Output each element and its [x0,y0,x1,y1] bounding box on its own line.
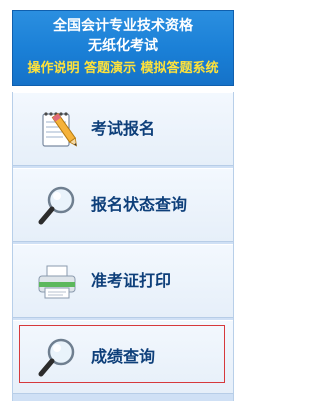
menu-item-label: 成绩查询 [91,347,156,366]
menu-item-label: 考试报名 [91,119,156,138]
menu-item-label: 报名状态查询 [91,195,188,214]
menu-item-score-query[interactable]: 成绩查询 [13,320,233,394]
header-title-line1: 全国会计专业技术资格 [53,18,193,34]
magnifier-icon [33,182,81,230]
magnifier-icon [33,334,81,382]
header-title-line2: 无纸化考试 [88,38,158,54]
menu-list: 考试报名 报名状态查询 准考证打印 成绩查询 [12,92,234,401]
header-banner: 全国会计专业技术资格 无纸化考试 操作说明 答题演示 模拟答题系统 [12,10,234,86]
menu-item-exam-registration[interactable]: 考试报名 [13,92,233,166]
exam-portal-panel: 全国会计专业技术资格 无纸化考试 操作说明 答题演示 模拟答题系统 考试报名 报… [0,0,246,401]
menu-item-registration-status[interactable]: 报名状态查询 [13,168,233,242]
menu-item-label: 准考证打印 [91,271,172,290]
header-links[interactable]: 操作说明 答题演示 模拟答题系统 [13,61,233,77]
menu-item-admission-ticket-print[interactable]: 准考证打印 [13,244,233,318]
printer-icon [33,258,81,306]
notepad-pencil-icon [33,106,81,154]
